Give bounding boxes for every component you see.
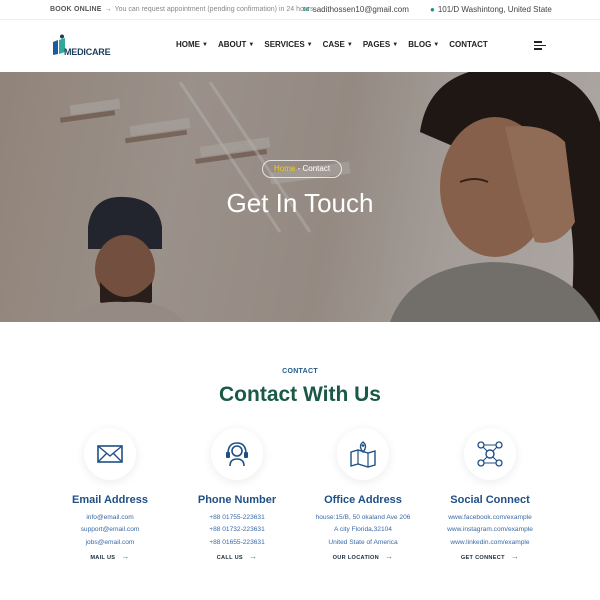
card-line[interactable]: www.facebook.com/example <box>425 512 555 524</box>
page-title: Get In Touch <box>226 188 374 218</box>
nav-item-case[interactable]: CASE ▼ <box>323 40 353 49</box>
logo[interactable]: MEDICARE <box>50 31 112 61</box>
book-online-label[interactable]: BOOK ONLINE <box>50 6 102 13</box>
chevron-down-icon: ▼ <box>392 41 399 48</box>
nav-item-label: PAGES <box>362 40 391 49</box>
nav-item-contact[interactable]: CONTACT <box>449 40 488 49</box>
map-pin-icon: ● <box>430 5 435 14</box>
main-header: MEDICARE HOME ▼ ABOUT ▼ SERVICES ▼ CASE ▼ PA… <box>0 20 600 72</box>
chevron-down-icon: ▼ <box>248 41 255 48</box>
nav-item-label: BLOG <box>408 40 432 49</box>
map-pin-icon <box>337 428 389 480</box>
arrow-right-icon: → <box>121 551 130 561</box>
card-title: Phone Number <box>197 494 277 506</box>
card-title: Office Address <box>324 494 402 506</box>
nav-item-pages[interactable]: PAGES ▼ <box>363 40 398 49</box>
cta-label: GET CONNECT <box>460 554 505 561</box>
card-line[interactable]: www.linkedin.com/example <box>425 537 555 549</box>
nav-item-label: SERVICES <box>264 40 305 49</box>
cta-label: OUR LOCATION <box>332 554 380 561</box>
card-line[interactable]: www.instagram.com/example <box>425 524 555 536</box>
arrow-right-icon: → <box>510 551 520 561</box>
call-us-link[interactable]: CALL US → <box>172 552 302 561</box>
top-bar-notice: BOOK ONLINE → You can request appointment … <box>50 6 314 13</box>
chevron-down-icon: ▼ <box>346 41 353 48</box>
logo-text: MEDICARE <box>64 47 111 57</box>
top-bar-email[interactable]: ✉ sadithossen10@gmail.com <box>303 5 409 14</box>
our-location-link[interactable]: OUR LOCATION → <box>298 552 428 561</box>
cta-label: MAIL US <box>90 554 116 561</box>
nav-item-label: ABOUT <box>217 40 247 49</box>
contact-card-social: Social Connect www.facebook.com/example … <box>425 428 555 561</box>
chevron-down-icon: ▼ <box>202 41 208 48</box>
contact-card-phone: Phone Number +88 01755-223631 +88 01732-… <box>172 428 302 561</box>
contact-card-address: Office Address house:15/B, 50 okaland Av… <box>298 428 428 561</box>
appointment-notice: You can request appointment (pending con… <box>114 6 314 13</box>
nav-item-label: CONTACT <box>449 40 488 49</box>
card-line[interactable]: +88 01655-223631 <box>172 537 302 549</box>
top-bar-address: ● 101/D Washintong, United State <box>430 5 552 14</box>
nav-item-label: CASE <box>322 40 345 49</box>
cta-label: CALL US <box>216 554 243 561</box>
contact-card-email: Email Address info@email.com support@ema… <box>45 428 175 561</box>
arrow-icon: → <box>104 6 112 13</box>
card-line: house:15/B, 50 okaland Ave 206 <box>315 514 411 521</box>
card-line[interactable]: info@email.com <box>45 512 175 524</box>
card-line[interactable]: support@email.com <box>45 524 175 536</box>
top-bar: BOOK ONLINE → You can request appointment … <box>0 0 600 20</box>
card-line[interactable]: +88 01732-223631 <box>172 524 302 536</box>
arrow-right-icon: → <box>248 551 258 561</box>
card-line: United State of America <box>328 538 398 546</box>
chevron-down-icon: ▼ <box>433 41 440 48</box>
network-icon <box>464 428 516 480</box>
breadcrumb-current: - Contact <box>297 164 331 173</box>
chevron-down-icon: ▼ <box>306 41 313 48</box>
breadcrumb-home-link[interactable]: Home <box>274 164 295 173</box>
envelope-icon <box>84 428 136 480</box>
main-nav: HOME ▼ ABOUT ▼ SERVICES ▼ CASE ▼ PAGES ▼ BLOG… <box>176 40 498 49</box>
mail-us-link[interactable]: MAIL US → <box>45 552 175 561</box>
section-kicker: CONTACT <box>282 368 318 375</box>
headset-icon <box>211 428 263 480</box>
nav-item-blog[interactable]: BLOG ▼ <box>408 40 439 49</box>
email-text[interactable]: sadithossen10@gmail.com <box>313 5 409 14</box>
card-line[interactable]: jobs@email.com <box>45 537 175 549</box>
envelope-icon: ✉ <box>303 5 310 14</box>
nav-item-services[interactable]: SERVICES ▼ <box>264 40 312 49</box>
nav-item-home[interactable]: HOME ▼ <box>176 40 208 49</box>
get-connect-link[interactable]: GET CONNECT → <box>425 552 555 561</box>
section-title: Contact With Us <box>219 383 381 406</box>
nav-item-about[interactable]: ABOUT ▼ <box>218 40 254 49</box>
breadcrumb: Home - Contact <box>262 160 343 178</box>
hamburger-menu-icon[interactable] <box>534 41 546 50</box>
hero-banner: Home - Contact Get In Touch <box>0 72 600 322</box>
card-title: Email Address <box>71 494 148 506</box>
card-line: A city Florida,32104 <box>334 526 392 534</box>
card-line[interactable]: +88 01755-223631 <box>172 512 302 524</box>
address-text: 101/D Washintong, United State <box>437 5 552 14</box>
card-title: Social Connect <box>450 494 530 506</box>
nav-item-label: HOME <box>176 40 200 49</box>
arrow-right-icon: → <box>385 551 394 561</box>
